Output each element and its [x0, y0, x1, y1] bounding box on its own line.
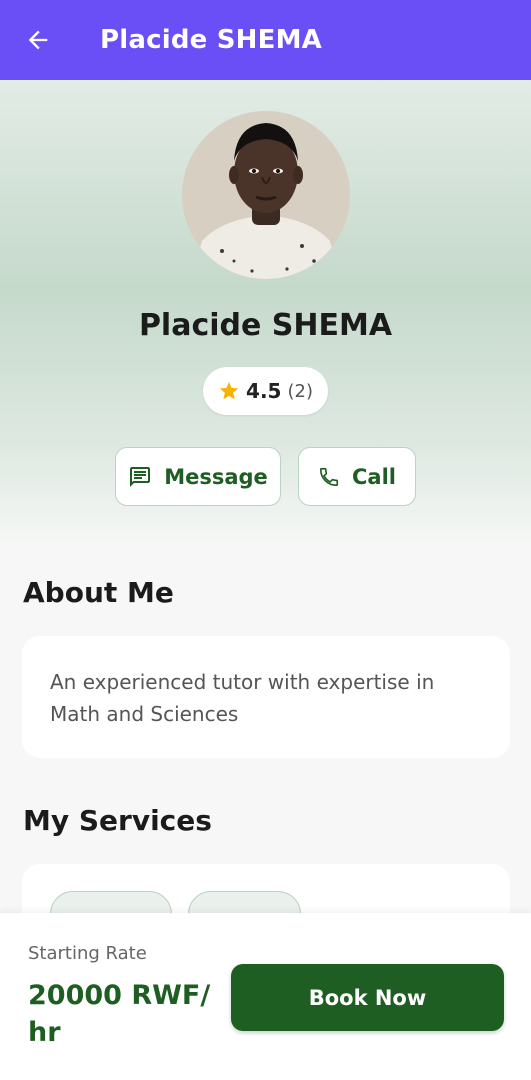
message-label: Message [164, 464, 268, 489]
about-card: An experienced tutor with expertise in M… [22, 636, 510, 758]
phone-icon [319, 467, 339, 486]
services-heading: My Services [23, 804, 212, 837]
rate-label: Starting Rate [28, 943, 147, 964]
about-text: An experienced tutor with expertise in M… [50, 670, 435, 726]
star-icon [219, 381, 239, 400]
booking-bar: Starting Rate 20000 RWF/ hr Book Now [0, 913, 531, 1080]
profile-name: Placide SHEMA [138, 308, 393, 343]
rating-badge: 4.5 (2) [203, 367, 328, 415]
call-button[interactable]: Call [298, 447, 416, 506]
avatar [182, 111, 350, 279]
profile-header: Placide SHEMA 4.5 (2) Message Call [0, 80, 531, 542]
rating-count: (2) [287, 380, 313, 402]
message-icon [130, 466, 151, 487]
page-title: Placide SHEMA [100, 25, 322, 55]
message-button[interactable]: Message [115, 447, 281, 506]
rate-value: 20000 RWF/ hr [28, 980, 211, 1048]
app-bar: Placide SHEMA [0, 0, 531, 80]
book-now-button[interactable]: Book Now [231, 964, 504, 1031]
call-label: Call [352, 464, 396, 489]
arrow-left-icon [28, 30, 48, 50]
about-heading: About Me [23, 576, 174, 609]
rating-value: 4.5 [246, 379, 282, 403]
back-button[interactable] [8, 0, 68, 80]
